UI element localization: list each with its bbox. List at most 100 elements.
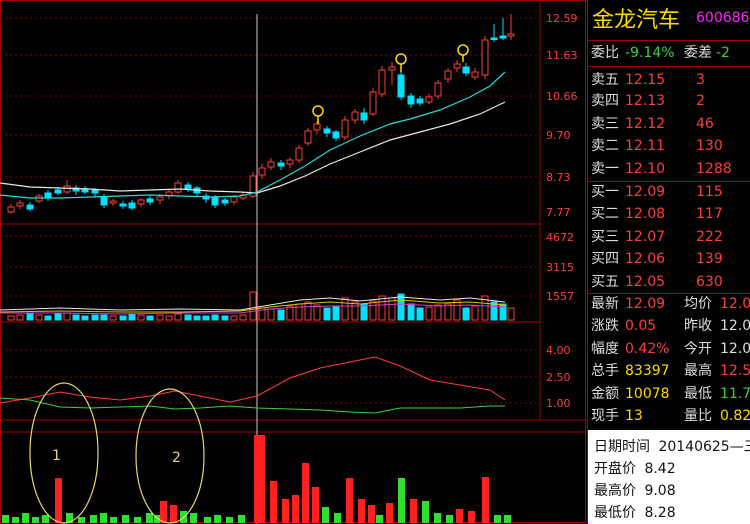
volume-bar: [378, 295, 386, 321]
volume-bar: [109, 315, 117, 321]
volume-bar: [211, 314, 219, 321]
volume-bar: [91, 314, 99, 321]
indicator-axis-label: 1.00: [546, 397, 571, 410]
price-axis-label: 11.63: [546, 49, 578, 62]
stat-value: 11.78: [720, 386, 750, 402]
stat-value: 83397: [625, 363, 670, 379]
bottom-bar: [494, 515, 501, 523]
high-value: 9.08: [644, 483, 676, 499]
bottom-bar: [358, 499, 365, 523]
bottom-bar: [410, 499, 417, 523]
candle-body: [16, 202, 24, 207]
open-value: 8.42: [644, 461, 676, 477]
candle-body: [100, 196, 108, 206]
weibi-row: 委比 -9.14% 委差 -2: [588, 43, 750, 64]
candle-body: [258, 167, 266, 176]
price-axis-label: 10.66: [546, 90, 578, 103]
candle-body: [462, 66, 470, 74]
bottom-bar: [78, 517, 85, 523]
candle-body: [444, 70, 452, 80]
bottom-bar: [386, 503, 393, 523]
volume-bar: [341, 297, 349, 321]
stat-label: 总手: [591, 363, 619, 379]
ask-row[interactable]: 卖三 12.12 46: [588, 114, 750, 135]
candle-body: [230, 196, 238, 203]
ask-row[interactable]: 卖二 12.11 130: [588, 136, 750, 157]
candle-body: [44, 192, 52, 199]
bid-volume: 630: [696, 274, 723, 290]
stat-value: 0.82: [720, 408, 750, 424]
stat-label: 今开: [684, 341, 712, 357]
indicator-axis-label: 4.00: [546, 344, 571, 357]
bottom-bar: [312, 487, 319, 523]
stock-chart-area[interactable]: 12.59 11.63 10.66 9.70 8.73 7.77 4672 31…: [0, 0, 587, 524]
volume-bar: [44, 315, 52, 321]
bottom-bar: [146, 513, 153, 523]
bid-row[interactable]: 买三 12.07 222: [588, 227, 750, 248]
bottom-bar: [368, 505, 375, 523]
candle-body: [119, 203, 127, 207]
volume-bar: [434, 304, 442, 321]
bid-row[interactable]: 买二 12.08 117: [588, 204, 750, 225]
candle-body: [388, 66, 396, 71]
volume-bar: [295, 303, 303, 321]
stat-value: 12.59: [720, 363, 750, 379]
bid-row[interactable]: 买一 12.09 115: [588, 182, 750, 203]
stat-label: 量比: [684, 408, 712, 424]
volume-bar: [16, 314, 24, 321]
volume-bar: [397, 293, 405, 321]
bottom-bar: [110, 517, 117, 523]
candle-body: [453, 63, 461, 69]
volume-bar: [72, 314, 80, 321]
stat-value: 12.08: [720, 296, 750, 312]
signal-marker-icon: [457, 44, 469, 56]
stat-label: 现手: [591, 408, 619, 424]
candle-body: [507, 33, 515, 37]
volume-axis-label: 3115: [546, 261, 574, 274]
candle-body: [221, 199, 229, 204]
stat-value: 12.04: [720, 341, 750, 357]
volume-bar: [471, 305, 479, 321]
bid-label: 买一: [591, 184, 619, 200]
bid-row[interactable]: 买五 12.05 630: [588, 272, 750, 293]
volume-bar: [165, 315, 173, 321]
ask-label: 卖五: [591, 72, 619, 88]
ask-row[interactable]: 卖五 12.15 3: [588, 70, 750, 91]
stat-value: 0.42%: [625, 341, 670, 357]
ask-label: 卖四: [591, 93, 619, 109]
volume-bar: [416, 307, 424, 321]
bottom-bar: [258, 435, 265, 523]
bottom-bar: [238, 515, 245, 523]
stat-row: 总手 83397 最高 12.59: [588, 361, 750, 382]
ask-price: 12.12: [625, 116, 666, 132]
ask-row[interactable]: 卖一 12.10 1288: [588, 159, 750, 180]
quote-panel: 金龙汽车 600686 委比 -9.14% 委差 -2 卖五 12.15 3 卖…: [587, 0, 750, 430]
bid-volume: 115: [696, 184, 723, 200]
candle-body: [369, 91, 377, 115]
volume-bar: [230, 315, 238, 321]
bottom-bar: [100, 513, 107, 523]
bottom-bar: [322, 507, 329, 523]
ask-volume: 46: [696, 116, 714, 132]
ask-label: 卖一: [591, 161, 619, 177]
ask-price: 12.15: [625, 72, 666, 88]
stat-label: 金额: [591, 386, 619, 402]
bid-row[interactable]: 买四 12.06 139: [588, 249, 750, 270]
bottom-bar: [422, 501, 429, 523]
bid-price: 12.05: [625, 274, 666, 290]
ask-row[interactable]: 卖四 12.13 2: [588, 91, 750, 112]
candle-body: [211, 197, 219, 206]
stat-value: 12.09: [625, 296, 666, 312]
stat-value: 0.05: [625, 318, 657, 334]
volume-bar: [507, 307, 515, 321]
bottom-bar: [292, 495, 299, 523]
date-label: 日期时间: [594, 439, 650, 455]
candle-body: [156, 196, 164, 201]
candle-body: [277, 162, 285, 167]
open-label: 开盘价: [594, 461, 636, 477]
volume-bar: [119, 315, 127, 321]
candle-body: [63, 185, 71, 193]
volume-bar: [313, 304, 321, 321]
signal-markers: [312, 44, 469, 124]
price-axis-label: 9.70: [546, 129, 571, 142]
